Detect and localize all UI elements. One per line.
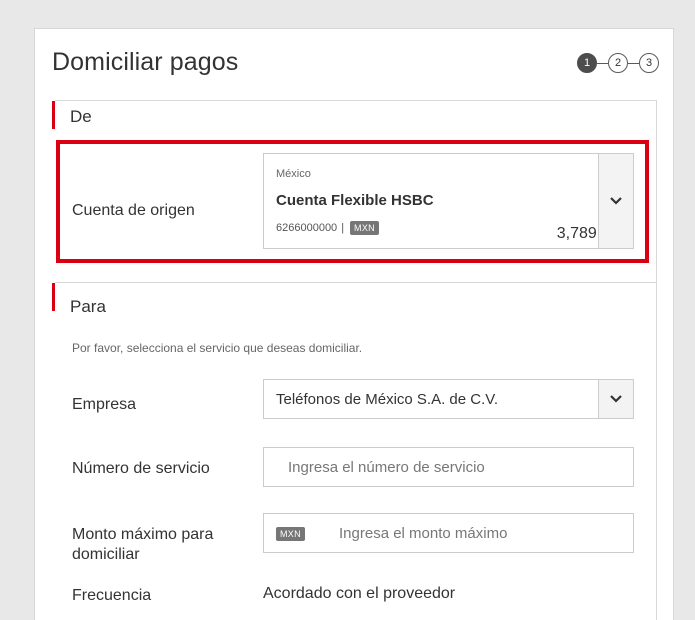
section-from-title: De	[70, 107, 92, 126]
step-3: 3	[639, 53, 659, 73]
chevron-down-icon	[610, 197, 622, 205]
max-amount-placeholder: Ingresa el monto máximo	[339, 525, 508, 542]
account-number-row: 6266000000 | MXN	[276, 221, 379, 235]
step-2: 2	[608, 53, 628, 73]
page-title: Domiciliar pagos	[52, 48, 239, 76]
account-name: Cuenta Flexible HSBC	[276, 192, 434, 209]
section-to-title: Para	[70, 297, 106, 316]
service-number-placeholder: Ingresa el número de servicio	[288, 459, 485, 476]
currency-badge: MXN	[350, 221, 379, 235]
progress-stepper: 1 2 3	[577, 53, 659, 73]
company-label: Empresa	[72, 396, 137, 413]
service-number-label: Número de servicio	[72, 460, 210, 477]
account-separator: |	[341, 222, 345, 234]
origin-account-dropdown-button[interactable]	[598, 154, 633, 248]
chevron-down-icon	[610, 395, 622, 403]
frequency-label: Frecuencia	[72, 587, 152, 604]
account-country: México	[276, 168, 311, 180]
step-connector	[597, 62, 608, 64]
origin-account-label: Cuenta de origen	[72, 202, 195, 219]
currency-badge: MXN	[276, 527, 305, 541]
account-number: 6266000000	[276, 222, 338, 234]
payment-form-card: Domiciliar pagos 1 2 3 De Cuenta de orig…	[34, 28, 674, 620]
service-number-input[interactable]: Ingresa el número de servicio	[263, 447, 634, 487]
company-dropdown-button[interactable]	[598, 380, 633, 418]
step-connector	[628, 62, 639, 64]
frequency-value: Acordado con el proveedor	[263, 585, 456, 602]
service-hint: Por favor, selecciona el servicio que de…	[72, 341, 363, 355]
company-value: Teléfonos de México S.A. de C.V.	[276, 391, 499, 408]
section-to-accent	[52, 283, 55, 311]
origin-account-select[interactable]: México Cuenta Flexible HSBC 6266000000 |…	[263, 153, 634, 249]
section-from-accent	[52, 101, 55, 129]
company-select[interactable]: Teléfonos de México S.A. de C.V.	[263, 379, 634, 419]
step-1: 1	[577, 53, 597, 73]
max-amount-label: Monto máximo para domiciliar	[72, 526, 214, 563]
max-amount-input[interactable]: MXN Ingresa el monto máximo	[263, 513, 634, 553]
